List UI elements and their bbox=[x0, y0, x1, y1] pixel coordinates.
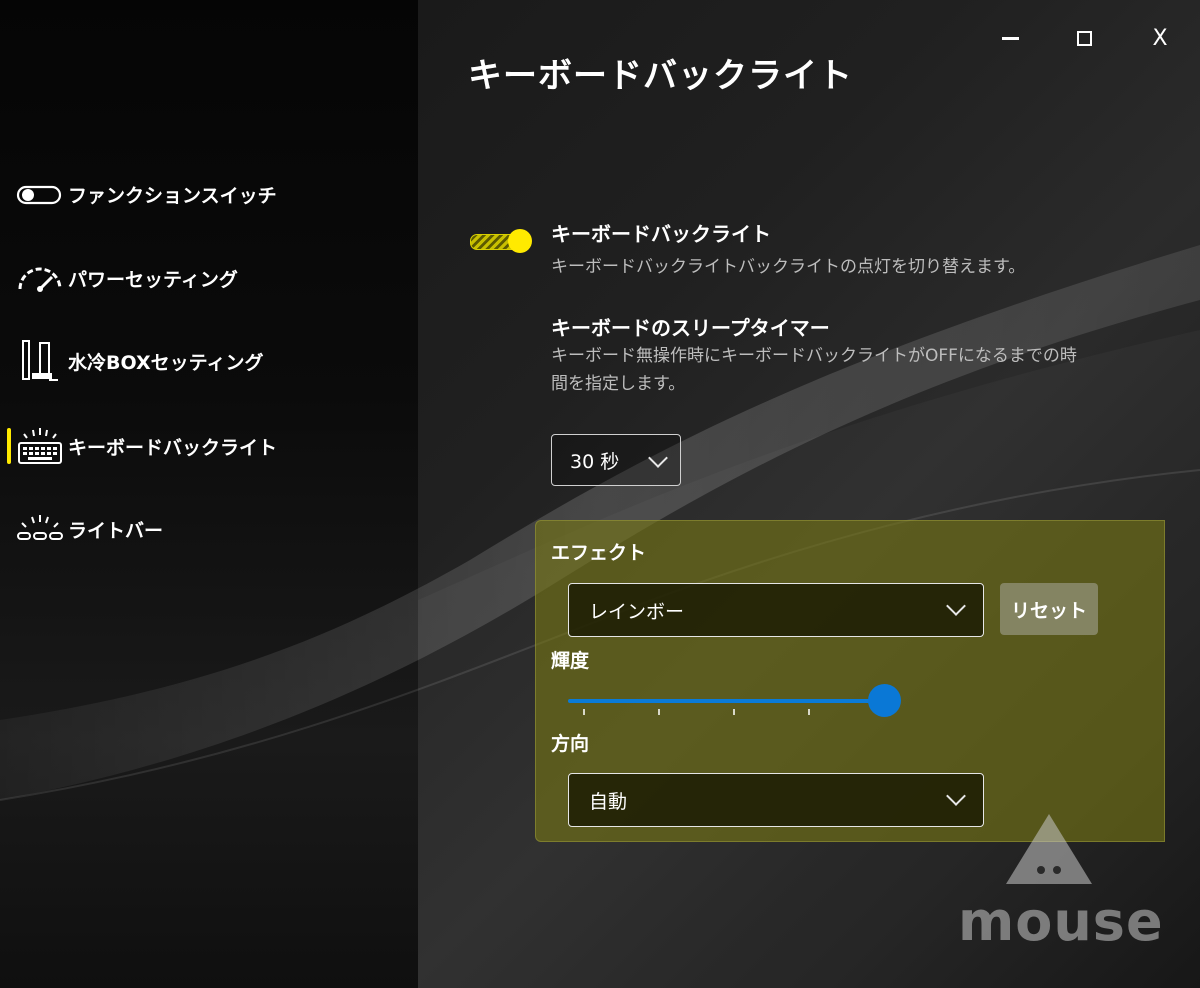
maximize-button[interactable] bbox=[1064, 20, 1104, 56]
chevron-down-icon bbox=[648, 448, 668, 468]
slider-tick bbox=[583, 709, 585, 715]
logo-mark-icon bbox=[1006, 814, 1092, 884]
sidebar-item-label: キーボードバックライト bbox=[68, 436, 278, 459]
direction-label: 方向 bbox=[551, 733, 590, 755]
sidebar-item-label: ライトバー bbox=[68, 519, 164, 542]
effect-value: レインボー bbox=[589, 601, 685, 623]
slider-thumb[interactable] bbox=[868, 684, 901, 717]
reset-button[interactable]: リセット bbox=[1000, 583, 1098, 635]
backlight-title: キーボードバックライト bbox=[551, 222, 771, 246]
light-bar-icon bbox=[16, 507, 64, 551]
app-window: X キーボードバックライト ファンクションスイッチ パワーセッティング 水冷BO… bbox=[0, 0, 1200, 988]
brightness-slider[interactable] bbox=[568, 684, 908, 720]
direction-dropdown[interactable]: 自動 bbox=[568, 773, 984, 827]
sleep-timer-description-line2: 間を指定します。 bbox=[551, 374, 686, 394]
sidebar-item-power-setting[interactable]: パワーセッティング bbox=[0, 254, 418, 302]
sidebar bbox=[0, 0, 418, 988]
effect-dropdown[interactable]: レインボー bbox=[568, 583, 984, 637]
speedometer-icon bbox=[16, 256, 64, 300]
water-cooling-box-icon bbox=[16, 339, 64, 383]
minimize-button[interactable] bbox=[990, 20, 1030, 56]
direction-value: 自動 bbox=[589, 791, 628, 813]
sidebar-item-label: パワーセッティング bbox=[68, 268, 238, 291]
chevron-down-icon bbox=[946, 786, 966, 806]
page-title: キーボードバックライト bbox=[468, 56, 853, 96]
sleep-timer-description-line1: キーボード無操作時にキーボードバックライトがOFFになるまでの時 bbox=[551, 346, 1077, 366]
maximize-icon bbox=[1076, 30, 1092, 46]
backlight-description: キーボードバックライトバックライトの点灯を切り替えます。 bbox=[551, 257, 1026, 277]
slider-tick bbox=[808, 709, 810, 715]
backlight-toggle[interactable] bbox=[468, 228, 534, 254]
sidebar-item-light-bar[interactable]: ライトバー bbox=[0, 505, 418, 553]
selected-indicator bbox=[7, 428, 11, 464]
close-button[interactable]: X bbox=[1140, 20, 1180, 56]
chevron-down-icon bbox=[946, 596, 966, 616]
toggle-switch-icon bbox=[16, 172, 64, 216]
sidebar-item-keyboard-backlight[interactable]: キーボードバックライト bbox=[0, 422, 418, 470]
mouse-logo: mouse bbox=[958, 812, 1163, 953]
slider-rail bbox=[568, 699, 884, 703]
effect-label: エフェクト bbox=[551, 542, 647, 564]
slider-tick bbox=[733, 709, 735, 715]
sidebar-item-label: ファンクションスイッチ bbox=[68, 184, 277, 207]
sidebar-item-label: 水冷BOXセッティング bbox=[68, 351, 264, 374]
sleep-timer-dropdown[interactable]: 30 秒 bbox=[551, 434, 681, 486]
sidebar-item-function-switch[interactable]: ファンクションスイッチ bbox=[0, 170, 418, 218]
minimize-icon bbox=[1001, 36, 1019, 40]
logo-text: mouse bbox=[958, 890, 1164, 953]
sleep-timer-title: キーボードのスリープタイマー bbox=[551, 316, 830, 340]
keyboard-backlight-icon bbox=[16, 424, 64, 468]
brightness-label: 輝度 bbox=[551, 650, 590, 672]
slider-tick bbox=[658, 709, 660, 715]
sidebar-item-water-cooling[interactable]: 水冷BOXセッティング bbox=[0, 337, 418, 385]
toggle-knob bbox=[508, 229, 532, 253]
sleep-timer-value: 30 秒 bbox=[570, 451, 620, 473]
